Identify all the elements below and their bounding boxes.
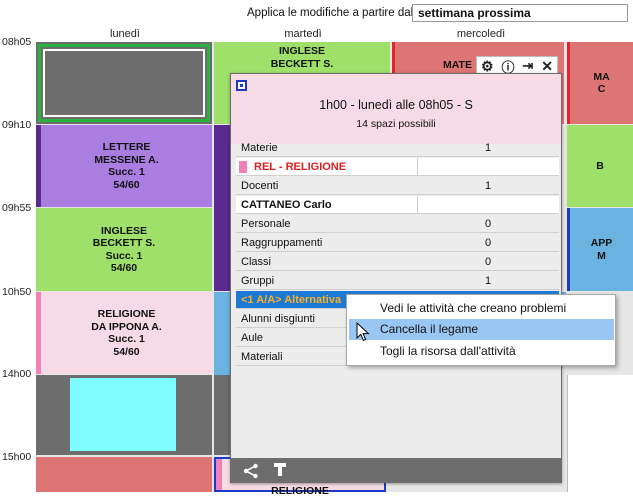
menu-item-remove-resource[interactable]: Togli la risorsa dall'attività bbox=[349, 341, 614, 362]
mouse-cursor-icon bbox=[356, 321, 370, 342]
row-docenti[interactable]: Docenti 1 bbox=[236, 177, 559, 195]
course-count: 54/60 bbox=[110, 262, 138, 274]
apply-from-select[interactable]: settimana prossima bbox=[412, 4, 628, 22]
row-label: Personale bbox=[241, 218, 291, 230]
course-subject: APP bbox=[590, 237, 613, 249]
menu-item-delete-link[interactable]: Cancella il legame bbox=[349, 319, 614, 340]
row-label: Docenti bbox=[241, 180, 279, 192]
course-subject: INGLESE bbox=[278, 45, 326, 57]
time-label: 10h50 bbox=[2, 286, 32, 298]
popup-title: 1h00 - lunedì alle 08h05 - S bbox=[319, 98, 473, 112]
row-raggruppamenti[interactable]: Raggruppamenti 0 bbox=[236, 234, 559, 252]
course-teacher: MESSENE A. bbox=[94, 153, 159, 166]
course-col4-1[interactable]: MA C bbox=[567, 42, 633, 124]
time-label: 14h00 bbox=[2, 368, 32, 380]
course-lettere[interactable]: LETTERE MESSENE A. Succ. 1 54/60 bbox=[36, 125, 212, 207]
row-label: Alunni disgiunti bbox=[241, 313, 315, 325]
course-succ: Succ. 1 bbox=[108, 166, 145, 178]
close-icon[interactable]: ✕ bbox=[541, 58, 553, 75]
apply-changes-label: Applica le modifiche a partire dalla bbox=[247, 7, 423, 19]
row-count: 1 bbox=[484, 142, 492, 154]
slot-empty[interactable] bbox=[567, 375, 633, 492]
row-label: Raggruppamenti bbox=[241, 237, 323, 249]
row-label: Gruppi bbox=[241, 275, 275, 287]
popup-footer bbox=[231, 458, 561, 483]
row-label: Aule bbox=[241, 332, 264, 344]
row-count: 0 bbox=[484, 237, 492, 249]
row-count: 0 bbox=[484, 218, 492, 230]
course-subject: INGLESE bbox=[100, 224, 148, 237]
course-count: 54/60 bbox=[113, 345, 140, 358]
row-label: Classi bbox=[241, 256, 271, 268]
time-label: 08h05 bbox=[2, 36, 32, 48]
row-label: Materie bbox=[241, 142, 278, 154]
pin-board-icon[interactable] bbox=[273, 462, 287, 478]
row-religione[interactable]: REL - RELIGIONE bbox=[236, 158, 559, 176]
slot-red[interactable] bbox=[36, 457, 212, 492]
course-teacher: BECKETT S. bbox=[270, 57, 334, 70]
course-col4-2[interactable]: B bbox=[567, 125, 633, 207]
row-gruppi[interactable]: Gruppi 1 bbox=[236, 272, 559, 290]
course-teacher: C bbox=[597, 83, 606, 95]
color-swatch bbox=[239, 161, 247, 173]
row-materie[interactable]: Materie 1 bbox=[236, 139, 559, 157]
course-col4-3[interactable]: APP M bbox=[567, 208, 633, 291]
day-header-tuesday: martedì bbox=[284, 28, 322, 40]
course-succ: Succ. 1 bbox=[108, 333, 145, 345]
course-subject: RELIGIONE bbox=[271, 485, 329, 497]
course-religione[interactable]: RELIGIONE DA IPPONA A. Succ. 1 54/60 bbox=[36, 292, 212, 374]
course-subject: MATE bbox=[443, 59, 472, 71]
course-subject: LETTERE bbox=[102, 141, 151, 153]
context-menu: Vedi le attività che creano problemi Can… bbox=[346, 294, 616, 366]
course-teacher: DA IPPONA A. bbox=[91, 320, 162, 333]
course-inglese[interactable]: INGLESE BECKETT S. Succ. 1 54/60 bbox=[36, 208, 212, 291]
course-subject: B bbox=[596, 159, 604, 172]
day-header-wednesday: mercoledì bbox=[456, 28, 506, 40]
row-count: 0 bbox=[484, 256, 492, 268]
time-label: 15h00 bbox=[2, 451, 32, 463]
time-label: 09h55 bbox=[2, 202, 32, 214]
row-label: Materiali bbox=[241, 351, 283, 363]
selection-inner-frame bbox=[43, 49, 205, 117]
course-teacher: M bbox=[597, 249, 606, 262]
popup-subtitle: 14 spazi possibili bbox=[356, 118, 436, 130]
course-count: 54/60 bbox=[113, 178, 140, 191]
course-teacher: BECKETT S. bbox=[92, 237, 156, 249]
activity-popup: 1h00 - lunedì alle 08h05 - S 14 spazi po… bbox=[230, 73, 562, 483]
share-icon[interactable] bbox=[243, 463, 259, 479]
time-label: 09h10 bbox=[2, 119, 32, 131]
row-count: 1 bbox=[484, 275, 492, 287]
pin-icon[interactable] bbox=[236, 80, 247, 91]
row-label: <1 A/A> Alternativa bbox=[241, 294, 342, 306]
row-count: 1 bbox=[484, 180, 492, 192]
exit-icon[interactable]: ⇥ bbox=[522, 58, 533, 74]
course-subject: MA bbox=[593, 70, 610, 83]
row-label: REL - RELIGIONE bbox=[254, 161, 347, 173]
slot-selected[interactable] bbox=[36, 42, 212, 124]
row-personale[interactable]: Personale 0 bbox=[236, 215, 559, 233]
row-cattaneo[interactable]: CATTANEO Carlo bbox=[236, 196, 559, 214]
course-subject: RELIGIONE bbox=[97, 308, 156, 320]
selection-frame bbox=[38, 44, 210, 122]
gear-icon[interactable]: ⚙ bbox=[481, 58, 494, 75]
row-classi[interactable]: Classi 0 bbox=[236, 253, 559, 271]
day-header-monday: lunedì bbox=[110, 28, 140, 40]
course-succ: Succ. 1 bbox=[105, 249, 143, 262]
slot-gray[interactable] bbox=[36, 375, 212, 455]
menu-item-view-problems[interactable]: Vedi le attività che creano problemi bbox=[349, 298, 614, 319]
row-label: CATTANEO Carlo bbox=[241, 199, 332, 211]
cyan-block bbox=[70, 378, 176, 451]
